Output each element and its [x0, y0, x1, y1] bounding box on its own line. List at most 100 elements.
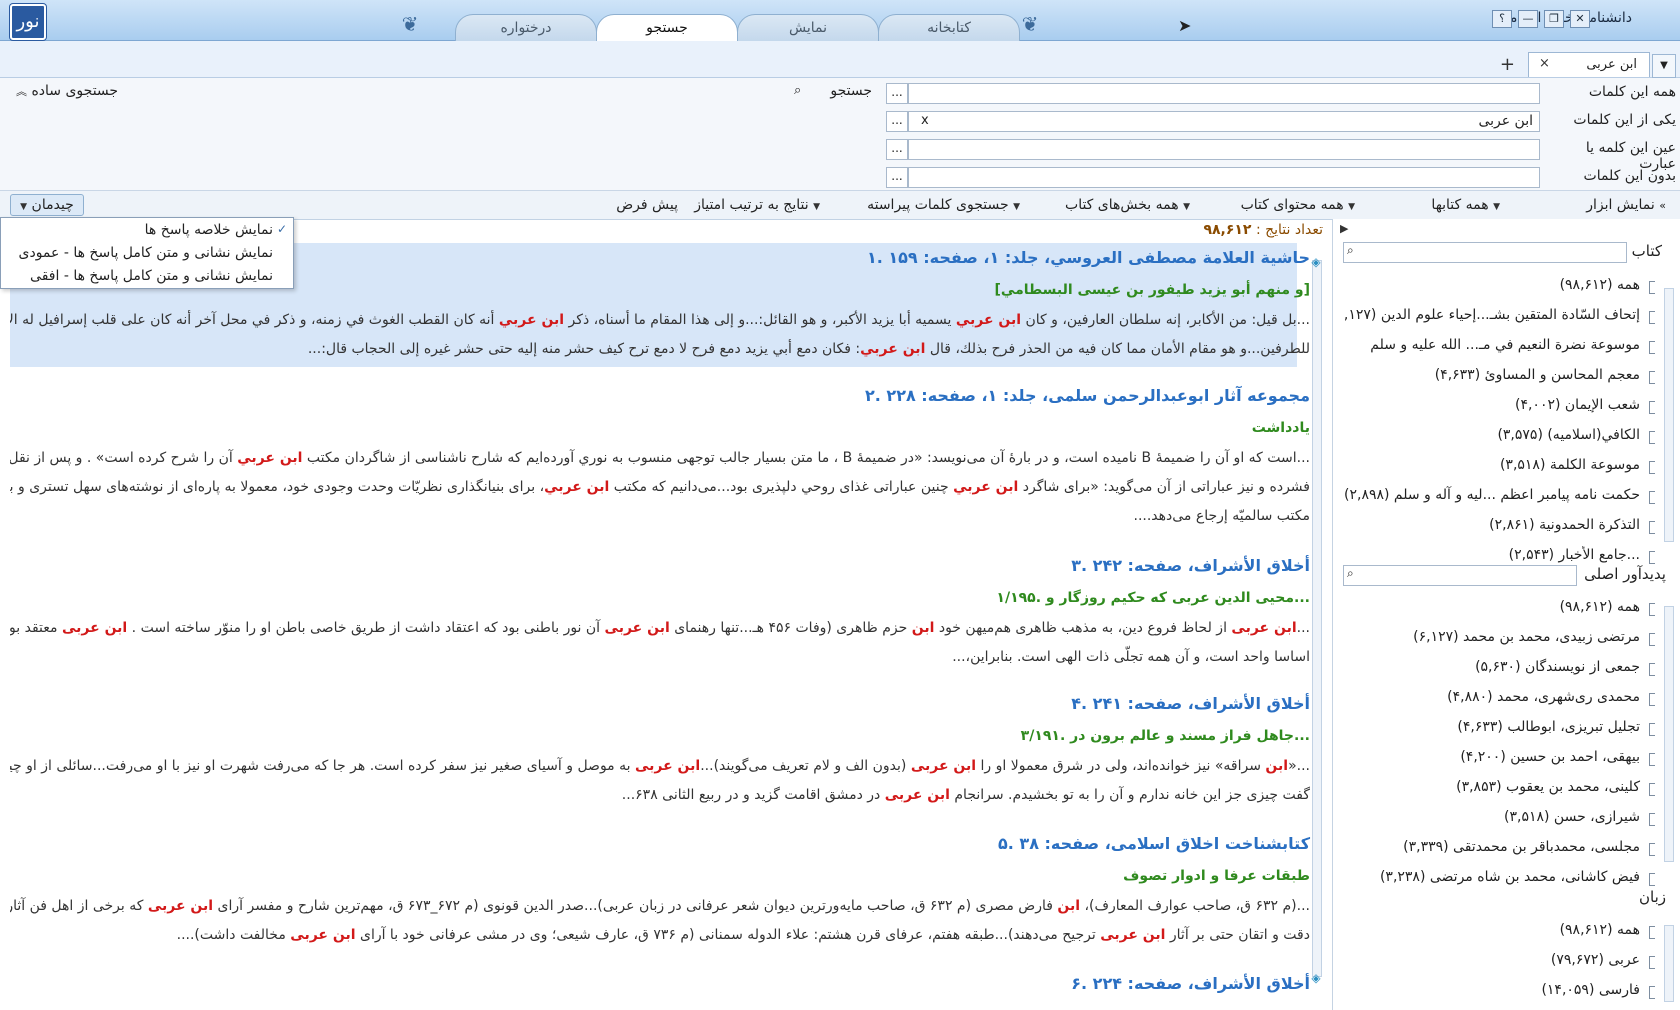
checkbox[interactable]	[1649, 401, 1655, 414]
author-item[interactable]: محمدی ری‌شهری، محمد (۴,۸۸۰)	[1345, 688, 1655, 710]
highlighted-term: ابن عربی	[604, 620, 670, 636]
author-item[interactable]: شیرازی، حسن (۳,۵۱۸)	[1345, 808, 1655, 830]
results-scrollbar[interactable]	[1312, 260, 1322, 977]
result-title[interactable]: ۱. حاشية العلامة مصطفى العروسي، جلد: ۱، …	[867, 248, 1310, 267]
search-button[interactable]: جستجو ⌕	[790, 83, 880, 105]
book-item[interactable]: موسوعة الكلمة (۳,۵۱۸)	[1345, 456, 1655, 478]
checkbox[interactable]	[1649, 603, 1655, 616]
clear-icon[interactable]: x	[921, 113, 929, 128]
checkbox[interactable]	[1649, 663, 1655, 676]
book-item[interactable]: همه (۹۸,۶۱۲)	[1345, 276, 1655, 298]
all-content-dropdown[interactable]: همه محتوای کتاب ▼	[1241, 195, 1355, 215]
any-words-input[interactable]: ابن عربی x	[908, 111, 1540, 132]
author-item[interactable]: مجلسی، محمدباقر بن محمدتقی (۳,۳۳۹)	[1345, 838, 1655, 860]
scroll-down-diamond-icon[interactable]: ◈	[1310, 972, 1322, 984]
checkbox[interactable]	[1649, 371, 1655, 384]
language-item[interactable]: فارسی (۱۴,۰۵۹)	[1345, 981, 1655, 1003]
pruned-words-dropdown[interactable]: جستجوی کلمات پیراسته ▼	[867, 195, 1020, 215]
without-words-more-button[interactable]: ...	[886, 167, 908, 188]
menu-item-horizontal[interactable]: نمایش نشانی و متن کامل پاسخ ها - افقی	[30, 268, 273, 284]
highlighted-term: ابن عربی	[147, 898, 214, 914]
exact-phrase-input[interactable]	[908, 139, 1540, 160]
result-title[interactable]: ۴. أخلاق الأشراف، صفحه: ۲۴۱	[1071, 694, 1310, 713]
book-item[interactable]: شعب الإيمان (۴,۰۰۲)	[1345, 396, 1655, 418]
result-title[interactable]: ۲. مجموعه آثار ابوعبدالرحمن سلمی، جلد: ۱…	[865, 386, 1310, 405]
help-button[interactable]: ؟	[1492, 10, 1512, 28]
tab-search[interactable]: جستجو	[596, 14, 738, 42]
checkbox[interactable]	[1649, 521, 1655, 534]
restore-button[interactable]: ❐	[1544, 10, 1564, 28]
checkbox[interactable]	[1649, 281, 1655, 294]
checkbox[interactable]	[1649, 461, 1655, 474]
language-item[interactable]: عربی (۷۹,۶۷۲)	[1345, 951, 1655, 973]
books-scrollbar[interactable]	[1664, 288, 1674, 542]
checkbox[interactable]	[1649, 926, 1655, 939]
language-item[interactable]: همه (۹۸,۶۱۲)	[1345, 921, 1655, 943]
menu-item-vertical[interactable]: نمایش نشانی و متن کامل پاسخ ها - عمودی	[19, 245, 274, 261]
author-item[interactable]: تجلیل تبریزی، ابوطالب (۴,۶۳۳)	[1345, 718, 1655, 740]
checkbox[interactable]	[1649, 491, 1655, 504]
checkbox[interactable]	[1649, 986, 1655, 999]
result-title[interactable]: ۵. كتابشناخت اخلاق اسلامی، صفحه: ۳۸	[998, 834, 1310, 853]
checkbox[interactable]	[1649, 783, 1655, 796]
checkbox[interactable]	[1649, 341, 1655, 354]
minimize-button[interactable]: —	[1518, 10, 1538, 28]
layout-dropdown[interactable]: ▼ چیدمان	[10, 194, 84, 216]
checkbox[interactable]	[1649, 873, 1655, 886]
add-tab-button[interactable]: +	[1500, 54, 1515, 75]
author-item[interactable]: همه (۹۸,۶۱۲)	[1345, 598, 1655, 620]
checkbox[interactable]	[1649, 956, 1655, 969]
any-words-more-button[interactable]: ...	[886, 111, 908, 132]
caret-down-icon: ▼	[1348, 202, 1355, 212]
book-item[interactable]: موسوعة نضرة النعيم في مـ... الله عليه و …	[1345, 336, 1655, 358]
all-sections-dropdown[interactable]: همه بخش‌های کتاب ▼	[1065, 195, 1190, 215]
checkbox[interactable]	[1649, 843, 1655, 856]
close-window-button[interactable]: ✕	[1570, 10, 1590, 28]
exact-phrase-more-button[interactable]: ...	[886, 139, 908, 160]
book-item[interactable]: حکمت نامه پیامبر اعظم ...لیه و آله و سلم…	[1345, 486, 1655, 508]
books-filter-input[interactable]: ⌕	[1343, 242, 1627, 263]
book-item[interactable]: إتحاف السّادة المتقين بشـ...إحياء علوم ا…	[1345, 306, 1655, 328]
result-title[interactable]: ۶. أخلاق الأشراف، صفحه: ۲۲۴	[1071, 974, 1310, 993]
close-icon[interactable]: ×	[1539, 56, 1550, 71]
all-words-input[interactable]	[908, 83, 1540, 104]
all-words-more-button[interactable]: ...	[886, 83, 908, 104]
checkbox[interactable]	[1649, 693, 1655, 706]
scroll-up-diamond-icon[interactable]: ◈	[1310, 256, 1322, 268]
menu-item-summary[interactable]: نمایش خلاصه پاسخ ها	[145, 222, 273, 238]
checkbox[interactable]	[1649, 431, 1655, 444]
tab-tree[interactable]: درختواره	[455, 14, 597, 41]
authors-scrollbar[interactable]	[1664, 606, 1674, 862]
document-tab[interactable]: ابن عربی ×	[1528, 52, 1650, 77]
authors-filter-input[interactable]: ⌕	[1343, 565, 1577, 586]
checkbox[interactable]	[1649, 723, 1655, 736]
languages-scrollbar[interactable]	[1664, 925, 1674, 1002]
highlighted-term: ابن	[911, 620, 935, 636]
book-item[interactable]: الكافي(اسلاميه) (۳,۵۷۵)	[1345, 426, 1655, 448]
author-item[interactable]: کلینی، محمد بن یعقوب (۳,۸۵۳)	[1345, 778, 1655, 800]
highlighted-term: ابن عربی	[634, 758, 701, 774]
book-item[interactable]: معجم المحاسن و المساوئ (۴,۶۳۳)	[1345, 366, 1655, 388]
chevron-down-icon[interactable]: ▼	[1652, 54, 1676, 78]
checkbox[interactable]	[1649, 311, 1655, 324]
show-tools-button[interactable]: نمایش ابزار «	[1586, 195, 1666, 215]
checkbox[interactable]	[1649, 633, 1655, 646]
author-item[interactable]: جمعی از نویسندگان (۵,۶۳۰)	[1345, 658, 1655, 680]
author-item[interactable]: فیض کاشانی، محمد بن شاه مرتضی (۳,۲۳۸)	[1345, 868, 1655, 890]
default-button[interactable]: پیش فرض	[616, 195, 678, 215]
book-item[interactable]: التذكرة الحمدونية (۲,۸۶۱)	[1345, 516, 1655, 538]
without-words-input[interactable]	[908, 167, 1540, 188]
result-snippet-line: دقت و اتقان حتی بر آثار ابن عربی ترجيح م…	[176, 927, 1310, 943]
play-icon[interactable]: ▶	[1340, 222, 1348, 235]
author-item[interactable]: مرتضی زبیدی، محمد بن محمد (۶,۱۲۷)	[1345, 628, 1655, 650]
tab-display[interactable]: نمایش	[737, 14, 879, 41]
tab-library[interactable]: کتابخانه	[878, 14, 1020, 41]
result-title[interactable]: ۳. أخلاق الأشراف، صفحه: ۲۴۲	[1071, 556, 1310, 575]
all-books-dropdown[interactable]: همه کتابها ▼	[1431, 195, 1500, 215]
checkbox[interactable]	[1649, 753, 1655, 766]
checkbox[interactable]	[1649, 813, 1655, 826]
sort-dropdown[interactable]: نتایج به ترتیب امتیاز ▼	[694, 195, 820, 215]
simple-search-button[interactable]: ︽ جستجوی ساده	[10, 83, 124, 103]
checkbox[interactable]	[1649, 551, 1655, 564]
author-item[interactable]: بیهقی، احمد بن حسین (۴,۲۰۰)	[1345, 748, 1655, 770]
